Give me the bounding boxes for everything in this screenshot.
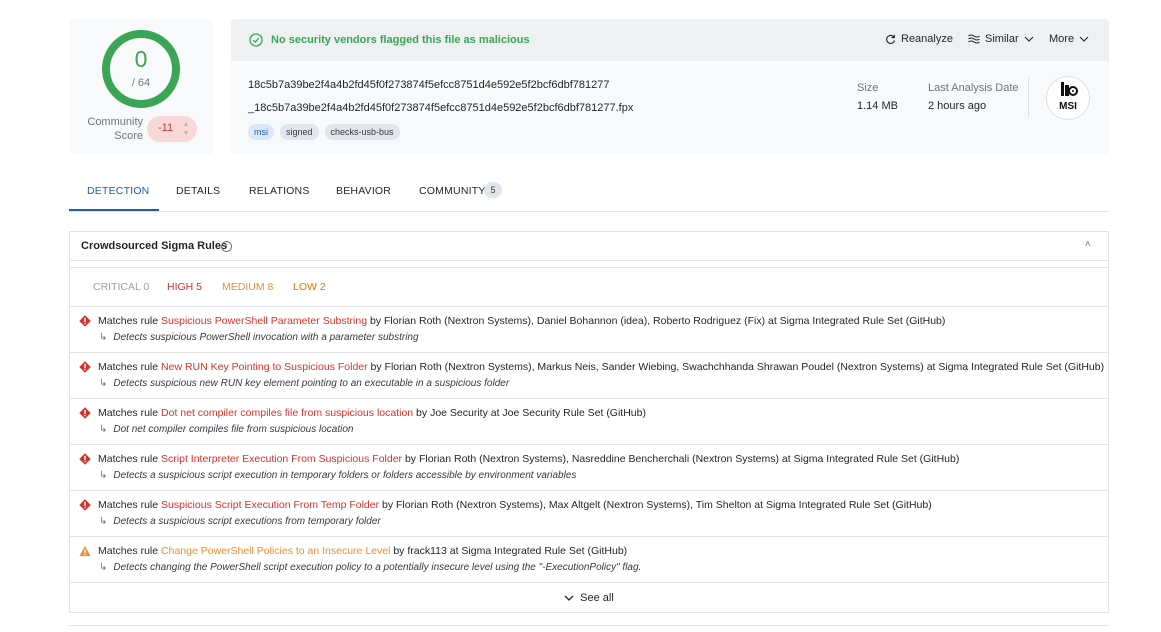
panel-title: Crowdsourced Sigma Rules: [81, 240, 228, 252]
detection-total: / 64: [131, 77, 151, 89]
community-count-badge: 5: [484, 182, 502, 198]
vote-arrows[interactable]: ▲ ▼: [180, 120, 192, 138]
vote-down-icon[interactable]: ▼: [180, 129, 192, 138]
severity-low[interactable]: LOW 2: [293, 281, 326, 293]
tab-behavior[interactable]: BEHAVIOR: [336, 185, 391, 197]
rule-link[interactable]: Suspicious PowerShell Parameter Substrin…: [161, 315, 367, 327]
alert-diamond-icon: [79, 453, 91, 465]
tag-checks-usb-bus[interactable]: checks-usb-bus: [324, 124, 400, 140]
size-label: Size: [857, 82, 879, 94]
rule-description: ↳ Dot net compiler compiles file from sus…: [99, 424, 354, 435]
rule-description: ↳ Detects suspicious new RUN key element …: [99, 378, 510, 389]
subitem-arrow-icon: ↳: [99, 332, 108, 343]
last-analysis-value: 2 hours ago: [928, 100, 987, 112]
detection-count: 0: [134, 46, 148, 72]
tab-detection[interactable]: DETECTION: [87, 185, 149, 197]
subitem-arrow-icon: ↳: [99, 378, 108, 389]
file-info-card: No security vendors flagged this file as…: [231, 19, 1109, 154]
community-score-label: Community Score: [87, 116, 143, 142]
rule-match-text: Matches rule Suspicious Script Execution…: [98, 499, 932, 511]
tag-msi[interactable]: msi: [248, 124, 274, 140]
chevron-down-icon: [1079, 36, 1089, 42]
more-dropdown[interactable]: More: [1049, 33, 1089, 45]
rule-match-text: Matches rule Script Interpreter Executio…: [98, 453, 960, 465]
alert-diamond-icon: [79, 315, 91, 327]
file-tags: msi signed checks-usb-bus: [248, 124, 400, 140]
chevron-down-icon: [1024, 36, 1034, 42]
rule-row: Matches rule New RUN Key Pointing to Sus…: [70, 353, 1108, 399]
warning-triangle-icon: [79, 545, 91, 557]
reanalyze-button[interactable]: Reanalyze: [885, 33, 953, 45]
refresh-icon: [886, 34, 896, 44]
rule-link[interactable]: Dot net compiler compiles file from susp…: [161, 407, 413, 419]
rule-link[interactable]: Suspicious Script Execution From Temp Fo…: [161, 499, 379, 511]
rule-row: Matches rule Suspicious Script Execution…: [70, 491, 1108, 537]
file-type-badge: MSI: [1046, 76, 1090, 120]
similar-icon: [968, 34, 980, 44]
active-tab-indicator: [69, 209, 159, 211]
tab-bar: DETECTION DETAILS RELATIONS BEHAVIOR COM…: [69, 171, 1109, 212]
tab-relations[interactable]: RELATIONS: [249, 185, 310, 197]
see-all-button[interactable]: See all: [70, 583, 1108, 613]
sigma-rules-header[interactable]: Crowdsourced Sigma Rules i ˄: [70, 232, 1108, 261]
file-name: _18c5b7a39be2f4a4b2fd45f0f273874f5efcc87…: [248, 102, 634, 114]
sigma-rules-panel: Crowdsourced Sigma Rules i ˄ CRITICAL 0 …: [69, 231, 1109, 613]
subitem-arrow-icon: ↳: [99, 470, 108, 481]
section-divider: [69, 625, 1109, 626]
rule-description: ↳ Detects a suspicious script execution i…: [99, 470, 577, 481]
info-icon[interactable]: i: [221, 241, 232, 252]
subitem-arrow-icon: ↳: [99, 562, 108, 573]
alert-diamond-icon: [79, 499, 91, 511]
chevron-down-icon: [564, 595, 574, 602]
file-status-bar: No security vendors flagged this file as…: [231, 19, 1109, 61]
status-message: No security vendors flagged this file as…: [271, 34, 530, 46]
alert-diamond-icon: [79, 407, 91, 419]
rule-row: Matches rule Change PowerShell Policies …: [70, 537, 1108, 583]
tab-community[interactable]: COMMUNITY: [419, 185, 486, 197]
msi-file-icon: [1061, 82, 1078, 96]
rule-link[interactable]: Script Interpreter Execution From Suspic…: [161, 453, 402, 465]
check-circle-icon: [249, 33, 263, 47]
severity-high[interactable]: HIGH 5: [167, 281, 202, 293]
detection-score-card: 0 / 64 Community Score -11 ▲ ▼: [69, 19, 213, 154]
file-hash[interactable]: 18c5b7a39be2f4a4b2fd45f0f273874f5efcc875…: [248, 79, 610, 91]
rule-description: ↳ Detects suspicious PowerShell invocatio…: [99, 332, 419, 343]
rule-row: Matches rule Script Interpreter Executio…: [70, 445, 1108, 491]
tag-signed[interactable]: signed: [280, 124, 319, 140]
rule-link[interactable]: Change PowerShell Policies to an Insecur…: [161, 545, 390, 557]
alert-diamond-icon: [79, 361, 91, 373]
rule-row: Matches rule Suspicious PowerShell Param…: [70, 307, 1108, 353]
community-score-badge[interactable]: -11 ▲ ▼: [147, 116, 197, 142]
rule-match-text: Matches rule Suspicious PowerShell Param…: [98, 315, 946, 327]
rule-description: ↳ Detects a suspicious script executions …: [99, 516, 381, 527]
meta-divider: [1028, 77, 1029, 117]
similar-dropdown[interactable]: Similar: [968, 33, 1034, 45]
last-analysis-label: Last Analysis Date: [928, 82, 1019, 94]
vote-up-icon[interactable]: ▲: [180, 120, 192, 129]
rule-match-text: Matches rule Change PowerShell Policies …: [98, 545, 628, 557]
tab-details[interactable]: DETAILS: [176, 185, 220, 197]
rule-description: ↳ Detects changing the PowerShell script …: [99, 562, 642, 573]
rule-link[interactable]: New RUN Key Pointing to Suspicious Folde…: [161, 361, 368, 373]
subitem-arrow-icon: ↳: [99, 516, 108, 527]
size-value: 1.14 MB: [857, 100, 898, 112]
severity-filter-bar: CRITICAL 0 HIGH 5 MEDIUM 8 LOW 2: [70, 267, 1108, 307]
chevron-up-icon[interactable]: ˄: [1085, 239, 1091, 250]
severity-medium[interactable]: MEDIUM 8: [222, 281, 273, 293]
rule-row: Matches rule Dot net compiler compiles f…: [70, 399, 1108, 445]
subitem-arrow-icon: ↳: [99, 424, 108, 435]
file-type-text: MSI: [1059, 101, 1077, 112]
rule-match-text: Matches rule New RUN Key Pointing to Sus…: [98, 361, 1105, 373]
rule-match-text: Matches rule Dot net compiler compiles f…: [98, 407, 646, 419]
severity-critical[interactable]: CRITICAL 0: [93, 281, 149, 293]
community-score-value: -11: [158, 122, 174, 134]
